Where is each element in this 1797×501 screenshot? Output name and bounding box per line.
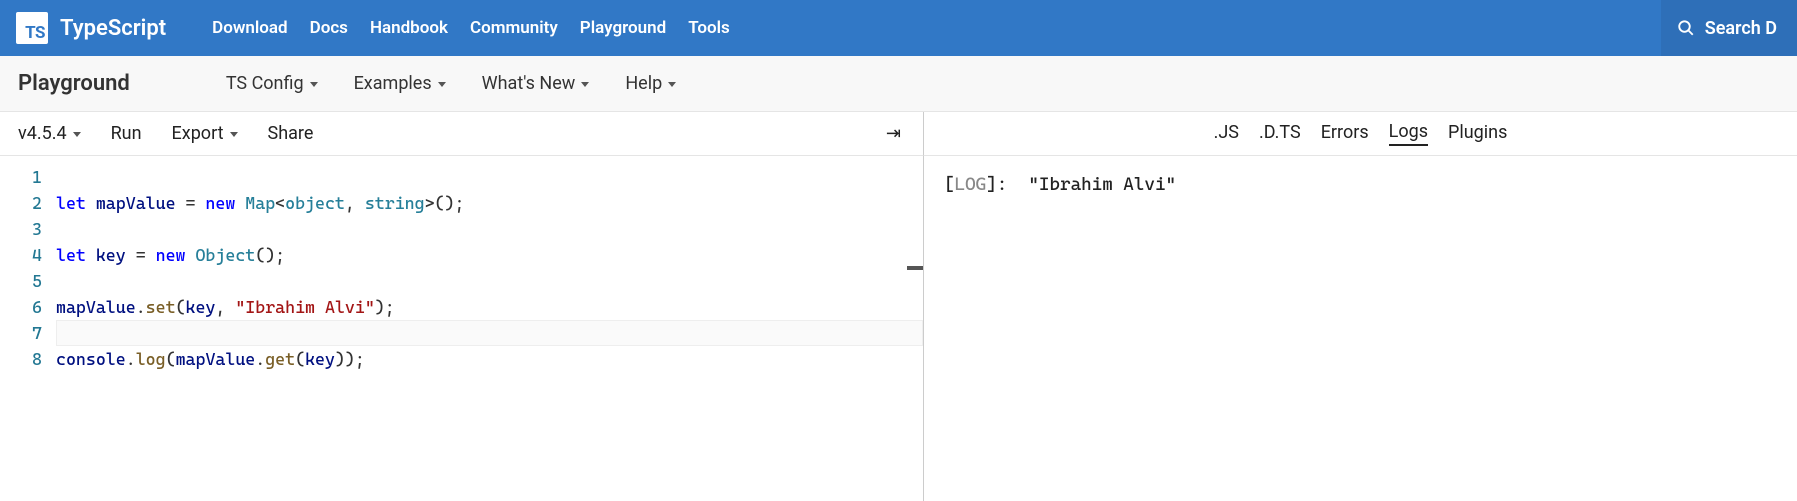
nav-download[interactable]: Download — [212, 18, 287, 38]
menu-examples[interactable]: Examples — [354, 73, 446, 94]
search-label: Search D — [1705, 18, 1777, 39]
log-bracket: ]: — [986, 174, 1018, 195]
chevron-down-icon — [581, 82, 589, 87]
tab-plugins[interactable]: Plugins — [1448, 122, 1507, 145]
menu-whats-new-label: What's New — [482, 73, 576, 94]
line-gutter: 12345678 — [0, 156, 56, 501]
chevron-down-icon — [73, 132, 81, 137]
toolbar-row: v4.5.4 Run Export Share ⇥ .JS .D.TS Erro… — [0, 112, 1797, 156]
chevron-down-icon — [230, 132, 238, 137]
menu-help[interactable]: Help — [625, 73, 676, 94]
primary-nav: Download Docs Handbook Community Playgro… — [212, 18, 1661, 38]
log-bracket: [ — [944, 174, 955, 195]
log-line: [LOG]: "Ibrahim Alvi" — [944, 174, 1777, 195]
share-button[interactable]: Share — [268, 123, 314, 144]
chevron-down-icon — [438, 82, 446, 87]
export-label: Export — [172, 123, 224, 144]
search-icon — [1677, 19, 1695, 37]
output-pane: [LOG]: "Ibrahim Alvi" — [924, 156, 1797, 501]
tab-js[interactable]: .JS — [1214, 122, 1239, 145]
nav-handbook[interactable]: Handbook — [370, 18, 448, 38]
tab-logs[interactable]: Logs — [1389, 121, 1428, 146]
logo-icon: TS — [16, 12, 48, 44]
brand-name: TypeScript — [60, 16, 166, 41]
chevron-down-icon — [668, 82, 676, 87]
editor-toolbar: v4.5.4 Run Export Share ⇥ — [0, 112, 924, 156]
playground-subnav: Playground TS Config Examples What's New… — [0, 56, 1797, 112]
menu-ts-config[interactable]: TS Config — [226, 73, 318, 94]
code-editor[interactable]: 12345678 let mapValue = new Map<object, … — [0, 156, 924, 501]
menu-ts-config-label: TS Config — [226, 73, 304, 94]
minimap-marker — [907, 266, 923, 270]
nav-community[interactable]: Community — [470, 18, 558, 38]
run-button[interactable]: Run — [111, 123, 142, 144]
export-button[interactable]: Export — [172, 123, 238, 144]
brand-logo[interactable]: TS TypeScript — [16, 12, 166, 44]
tab-errors[interactable]: Errors — [1321, 122, 1369, 145]
tab-dts[interactable]: .D.TS — [1259, 122, 1301, 145]
log-tag: LOG — [955, 174, 987, 195]
code-content[interactable]: let mapValue = new Map<object, string>()… — [56, 156, 464, 501]
nav-tools[interactable]: Tools — [688, 18, 730, 38]
search-button[interactable]: Search D — [1661, 0, 1797, 56]
log-value: "Ibrahim Alvi" — [1028, 174, 1176, 195]
chevron-down-icon — [310, 82, 318, 87]
version-picker[interactable]: v4.5.4 — [18, 123, 81, 144]
top-nav: TS TypeScript Download Docs Handbook Com… — [0, 0, 1797, 56]
menu-help-label: Help — [625, 73, 662, 94]
menu-whats-new[interactable]: What's New — [482, 73, 590, 94]
page-title: Playground — [18, 71, 130, 96]
run-arrow-icon[interactable]: ⇥ — [886, 123, 905, 144]
output-tabs: .JS .D.TS Errors Logs Plugins — [924, 112, 1797, 156]
menu-examples-label: Examples — [354, 73, 432, 94]
nav-docs[interactable]: Docs — [310, 18, 348, 38]
nav-playground[interactable]: Playground — [580, 18, 666, 38]
main-split: 12345678 let mapValue = new Map<object, … — [0, 156, 1797, 501]
version-label: v4.5.4 — [18, 123, 67, 144]
